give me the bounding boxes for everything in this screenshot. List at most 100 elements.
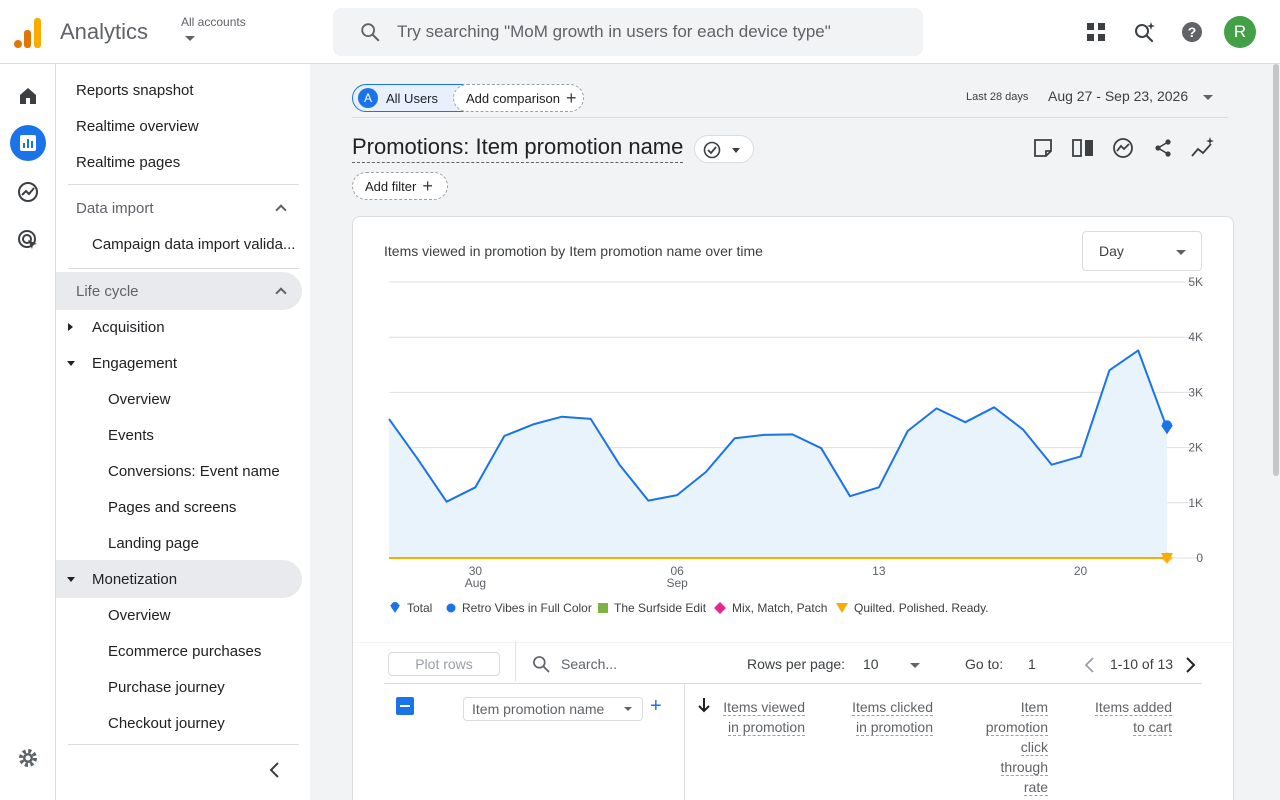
nav-reports-snapshot[interactable]: Reports snapshot — [76, 82, 194, 99]
nav-section-life-cycle[interactable]: Life cycle — [76, 283, 139, 300]
explore-icon[interactable] — [10, 174, 46, 210]
column-header-line: to cart — [1133, 719, 1172, 736]
search-input[interactable]: Try searching "MoM growth in users for e… — [397, 22, 831, 42]
column-header-line: Items clicked — [852, 699, 933, 716]
nav-section-data-import[interactable]: Data import — [76, 200, 154, 217]
column-header-line: in promotion — [727, 719, 805, 736]
end-marker-total — [1162, 420, 1172, 431]
expand-right-icon[interactable] — [68, 323, 73, 331]
chevron-down-icon — [732, 148, 740, 153]
collapse-nav-icon[interactable] — [268, 761, 282, 779]
add-comparison-button[interactable]: Add comparison + — [453, 84, 584, 112]
column-header-click-through-rate[interactable]: Item promotion click through rate — [963, 697, 1048, 797]
search-bar[interactable]: Try searching "MoM growth in users for e… — [333, 8, 923, 56]
column-header-items-viewed[interactable]: Items viewed in promotion — [717, 697, 805, 737]
chevron-down-icon[interactable] — [185, 36, 195, 41]
chevron-down-icon[interactable] — [910, 663, 920, 668]
collapse-down-icon[interactable] — [67, 361, 75, 366]
nav-divider — [68, 184, 299, 185]
share-icon[interactable] — [1151, 136, 1175, 160]
plot-rows-button[interactable]: Plot rows — [388, 652, 500, 676]
x-tick-label: Sep — [666, 576, 688, 590]
column-header-items-added-to-cart[interactable]: Items added to cart — [1083, 697, 1172, 737]
chevron-up-icon[interactable] — [275, 204, 287, 216]
apps-grid-icon[interactable] — [1082, 18, 1110, 46]
select-all-checkbox[interactable] — [396, 697, 414, 715]
column-header-line: promotion — [985, 719, 1048, 736]
legend-item-quilted-polished[interactable]: Quilted. Polished. Ready. — [836, 601, 989, 615]
column-header-line: rate — [1023, 779, 1048, 796]
add-filter-button[interactable]: Add filter + — [352, 172, 448, 200]
nav-checkout-journey[interactable]: Checkout journey — [108, 715, 225, 732]
legend-item-total[interactable]: Total — [389, 601, 432, 615]
scrollbar-thumb[interactable] — [1273, 64, 1279, 476]
insights-sparkle-icon[interactable] — [1191, 136, 1215, 160]
page-title[interactable]: Promotions: Item promotion name — [352, 134, 684, 163]
help-icon[interactable]: ? — [1178, 18, 1206, 46]
avatar[interactable]: R — [1224, 16, 1256, 48]
advertising-icon[interactable] — [10, 222, 46, 258]
nav-ecommerce-purchases[interactable]: Ecommerce purchases — [108, 643, 261, 660]
nav-engagement-pages-screens[interactable]: Pages and screens — [108, 499, 236, 516]
nav-realtime-overview[interactable]: Realtime overview — [76, 118, 199, 135]
nav-engagement-landing-page[interactable]: Landing page — [108, 535, 199, 552]
y-tick-label: 1K — [1188, 496, 1203, 510]
line-chart[interactable]: 01K2K3K4K5K30Aug06Sep13 20 — [353, 217, 1235, 597]
compare-columns-icon[interactable] — [1071, 136, 1095, 160]
sort-descending-icon[interactable] — [698, 697, 710, 713]
analytics-logo-icon[interactable] — [14, 16, 42, 48]
legend-teardrop-icon — [390, 602, 400, 613]
search-icon — [361, 23, 380, 42]
previous-page-icon[interactable] — [1084, 657, 1096, 673]
next-page-icon[interactable] — [1184, 657, 1196, 673]
app-title[interactable]: Analytics — [60, 19, 148, 45]
goto-label: Go to: — [965, 656, 1004, 672]
legend-item-surfside-edit[interactable]: The Surfside Edit — [598, 601, 706, 615]
plus-icon: + — [565, 87, 577, 108]
nav-purchase-journey[interactable]: Purchase journey — [108, 679, 225, 696]
legend-item-retro-vibes[interactable]: Retro Vibes in Full Color — [446, 601, 592, 615]
nav-monetization-overview[interactable]: Overview — [108, 607, 171, 624]
home-icon[interactable] — [10, 78, 46, 114]
chevron-down-icon[interactable] — [1203, 95, 1213, 100]
chevron-down-icon — [624, 707, 632, 711]
column-header-items-clicked[interactable]: Items clicked in promotion — [843, 697, 933, 737]
nav-engagement-events[interactable]: Events — [108, 427, 154, 444]
nav-realtime-pages[interactable]: Realtime pages — [76, 154, 180, 171]
legend-item-mix-match-patch[interactable]: Mix, Match, Patch — [714, 601, 827, 615]
search-icon — [533, 656, 550, 673]
collapse-down-icon[interactable] — [67, 577, 75, 582]
add-dimension-button[interactable]: + — [650, 695, 662, 718]
nav-engagement-overview[interactable]: Overview — [108, 391, 171, 408]
x-tick-label: Aug — [465, 576, 486, 590]
chart-card: Items viewed in promotion by Item promot… — [352, 216, 1235, 800]
nav-engagement-conversions[interactable]: Conversions: Event name — [108, 463, 280, 480]
legend-square-icon — [598, 603, 608, 613]
column-header-line: Items added — [1094, 699, 1172, 716]
toolbar-divider — [515, 641, 516, 681]
report-status-dropdown[interactable] — [694, 135, 754, 163]
y-tick-label: 4K — [1188, 330, 1203, 344]
reports-icon[interactable] — [10, 125, 46, 161]
legend-label: Quilted. Polished. Ready. — [854, 601, 989, 615]
dimension-select[interactable]: Item promotion name — [463, 697, 643, 721]
nav-acquisition[interactable]: Acquisition — [92, 319, 165, 336]
nav-engagement[interactable]: Engagement — [92, 355, 177, 372]
page-info: 1-10 of 13 — [1110, 656, 1174, 672]
settings-icon[interactable] — [10, 740, 46, 776]
search-insights-icon[interactable] — [1130, 18, 1158, 46]
table-search-input[interactable]: Search... — [561, 656, 617, 672]
page-scrollbar[interactable] — [1272, 64, 1280, 800]
date-range-picker[interactable]: Aug 27 - Sep 23, 2026 — [1048, 88, 1188, 104]
goto-page-input[interactable]: 1 — [1028, 656, 1036, 672]
x-tick-label: 13 — [872, 564, 886, 578]
column-divider — [684, 684, 685, 800]
rows-per-page-select[interactable]: 10 — [863, 656, 879, 672]
insights-chart-icon[interactable] — [1111, 136, 1135, 160]
account-selector[interactable]: All accounts — [181, 15, 246, 29]
legend-diamond-icon — [714, 602, 726, 614]
left-rail — [0, 64, 56, 800]
annotation-icon[interactable] — [1031, 136, 1055, 160]
nav-monetization[interactable]: Monetization — [92, 571, 177, 588]
nav-campaign-data-import[interactable]: Campaign data import valida... — [92, 236, 295, 253]
